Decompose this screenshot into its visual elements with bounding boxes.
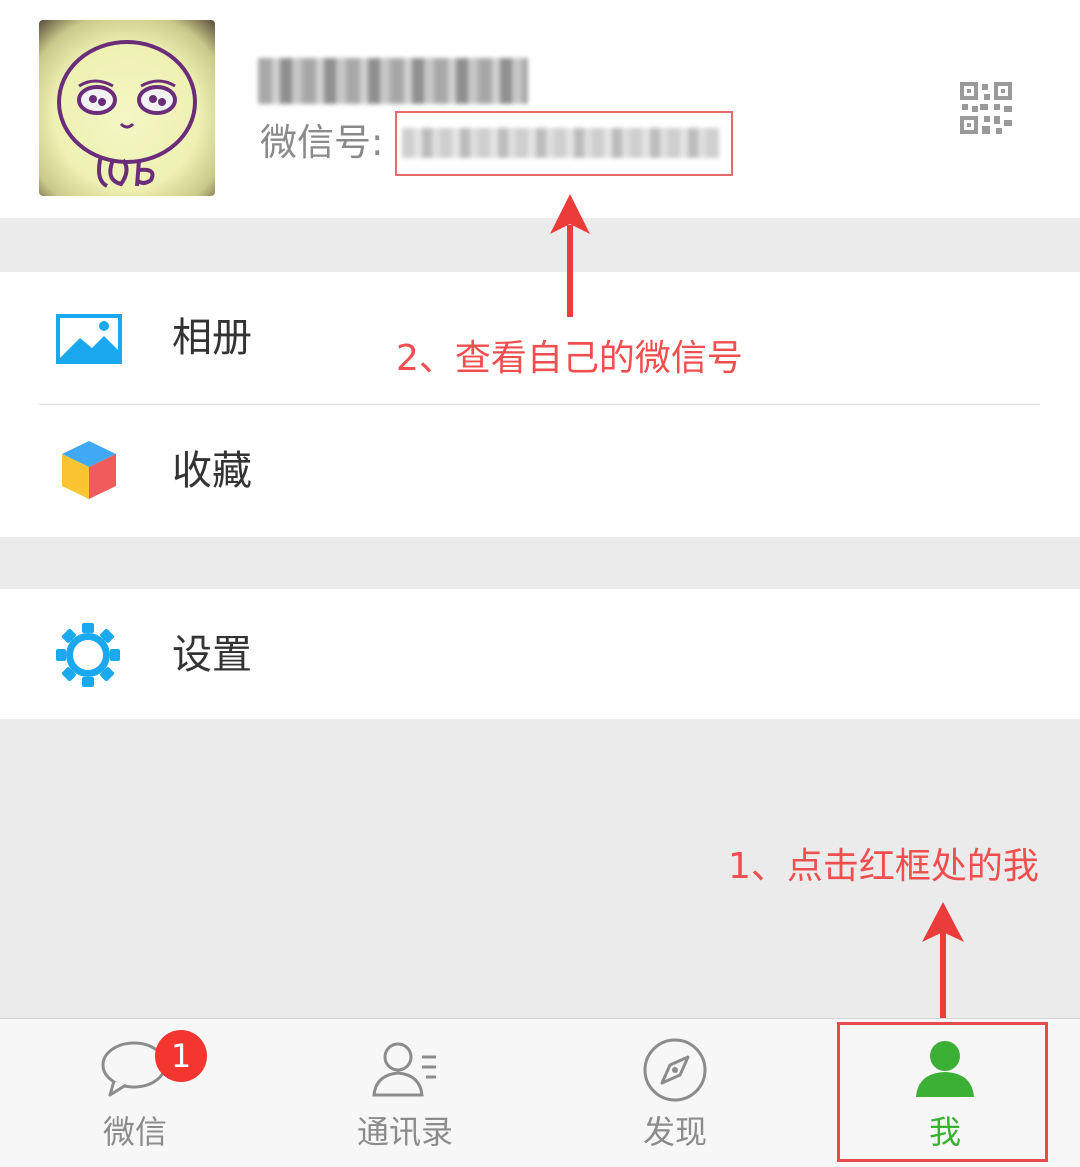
annotation-step-2: 2、查看自己的微信号 bbox=[396, 338, 743, 379]
favorites-cube-icon bbox=[60, 439, 118, 505]
avatar[interactable] bbox=[39, 20, 215, 196]
nickname-blurred bbox=[258, 58, 528, 104]
unread-badge: 1 bbox=[155, 1030, 207, 1082]
settings-gear-icon bbox=[56, 623, 120, 691]
tab-discover[interactable]: 发现 bbox=[540, 1019, 810, 1167]
menu-item-settings[interactable]: 设置 bbox=[0, 589, 1080, 719]
tab-contacts[interactable]: 通讯录 bbox=[270, 1019, 540, 1167]
album-icon bbox=[56, 314, 122, 368]
wechat-id-highlight-box bbox=[395, 111, 733, 176]
tab-chats-label: 微信 bbox=[102, 1113, 167, 1151]
compass-icon bbox=[643, 1038, 707, 1102]
tab-discover-label: 发现 bbox=[642, 1113, 707, 1151]
contacts-icon bbox=[372, 1042, 436, 1097]
avatar-face-icon bbox=[57, 40, 197, 188]
settings-label: 设置 bbox=[172, 632, 252, 678]
menu-divider bbox=[39, 404, 1040, 405]
annotation-arrow-2-head-icon bbox=[550, 194, 590, 234]
tab-contacts-label: 通讯录 bbox=[356, 1113, 453, 1151]
favorites-label: 收藏 bbox=[172, 448, 252, 494]
annotation-step-1: 1、点击红框处的我 bbox=[728, 846, 1039, 887]
menu-group-2: 设置 bbox=[0, 589, 1080, 719]
me-tab-highlight-box bbox=[837, 1022, 1048, 1162]
album-label: 相册 bbox=[172, 315, 252, 361]
qr-code-icon[interactable] bbox=[960, 82, 1012, 134]
menu-item-favorites[interactable]: 收藏 bbox=[0, 405, 1080, 537]
wechat-id-label: 微信号: bbox=[260, 121, 384, 164]
annotation-arrow-1-shaft bbox=[940, 930, 946, 1022]
tab-chats[interactable]: 微信 bbox=[0, 1019, 270, 1167]
annotation-arrow-2-shaft bbox=[567, 225, 573, 317]
